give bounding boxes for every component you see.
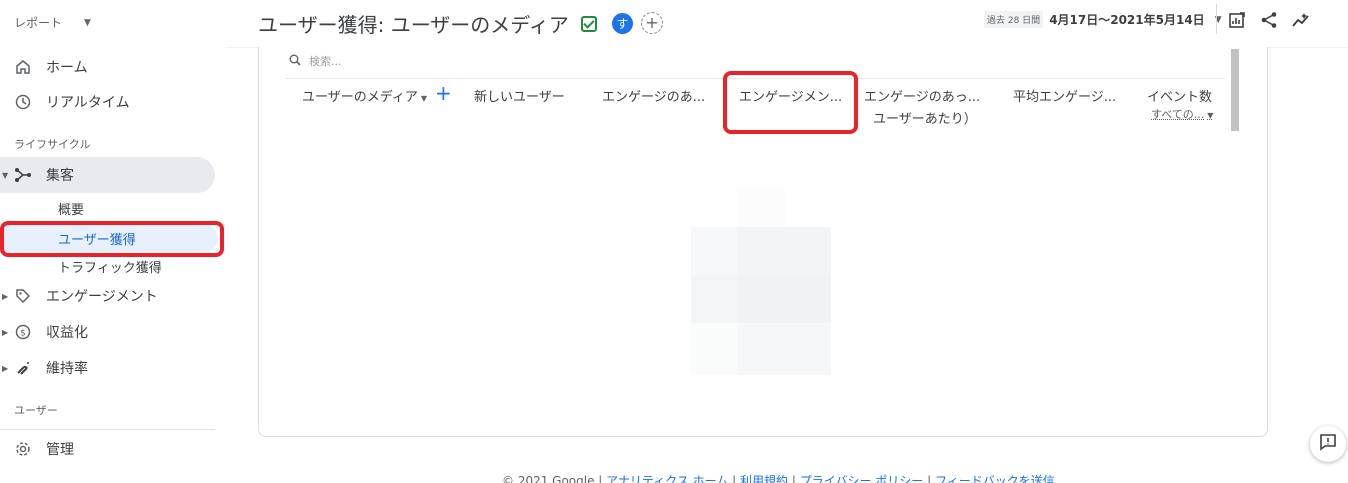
feedback-icon xyxy=(1319,433,1337,455)
date-range-picker[interactable]: 過去 28 日間 4月17日～2021年5月14日 ▼ xyxy=(984,11,1222,28)
footer-link-analytics-home[interactable]: アナリティクス ホーム xyxy=(606,474,728,483)
caret-down-icon: ▼ xyxy=(1207,111,1214,120)
column-header-new-users[interactable]: 新しいユーザー xyxy=(474,86,565,105)
sidebar: レポート ▼ ホーム リアルタイム ライフサイクル ▼ 集客 概要 ユーザー獲得… xyxy=(0,0,226,483)
table-search[interactable]: 検索... xyxy=(289,53,342,69)
column-header-label: ユーザーのメディア xyxy=(302,90,418,105)
caret-down-icon: ▼ xyxy=(420,94,427,103)
caret-down-icon: ▼ xyxy=(2,170,9,180)
tag-icon xyxy=(14,287,32,305)
page-title: ユーザー獲得: ユーザーのメディア xyxy=(258,9,597,38)
sidebar-subitem-traffic-acquisition[interactable]: トラフィック獲得 xyxy=(58,257,162,276)
dollar-icon: $ xyxy=(14,323,32,341)
sidebar-subitem-user-acquisition[interactable]: ユーザー獲得 xyxy=(4,225,218,252)
sidebar-item-admin[interactable]: 管理 xyxy=(0,431,215,467)
footer-separator: | xyxy=(732,474,737,483)
verified-check-icon[interactable] xyxy=(580,15,597,32)
sidebar-item-label: エンゲージメント xyxy=(46,289,158,305)
column-header-line-2: ユーザーあたり） xyxy=(873,112,977,127)
sidebar-item-label: 維持率 xyxy=(46,361,88,377)
search-icon xyxy=(289,54,301,69)
gear-icon xyxy=(14,440,32,458)
footer-separator: | xyxy=(927,474,932,483)
insights-icon[interactable] xyxy=(1290,9,1312,31)
footer-separator: | xyxy=(791,474,796,483)
chevron-down-icon: ▼ xyxy=(84,17,91,28)
section-label-lifecycle: ライフサイクル xyxy=(14,138,91,151)
report-dropdown[interactable]: レポート ▼ xyxy=(14,14,91,31)
page-title-text: ユーザー獲得: ユーザーのメディア xyxy=(258,13,569,37)
event-filter-label: すべての... xyxy=(1151,108,1205,121)
caret-right-icon: ▶ xyxy=(2,327,9,337)
svg-text:$: $ xyxy=(20,329,26,339)
sidebar-item-label: 収益化 xyxy=(46,325,88,341)
magnet-icon xyxy=(14,359,32,377)
sidebar-item-home[interactable]: ホーム xyxy=(0,49,215,85)
sidebar-item-engagement[interactable]: ▶ エンゲージメント xyxy=(0,278,215,314)
date-range-preset: 過去 28 日間 xyxy=(984,11,1044,28)
footer-link-feedback[interactable]: フィードバックを送信 xyxy=(935,474,1055,483)
report-table-card: 検索... ユーザーのメディア ▼ + 新しいユーザー エンゲージのあ... エン… xyxy=(258,47,1268,437)
loading-placeholder xyxy=(691,187,831,375)
customize-report-icon[interactable] xyxy=(1226,9,1248,31)
search-input[interactable]: 検索... xyxy=(309,53,342,69)
event-filter-dropdown[interactable]: すべての... ▼ xyxy=(1151,106,1213,122)
share-icon[interactable] xyxy=(1258,9,1280,31)
column-header-engaged-per-user[interactable]: エンゲージのあっ... ユーザーあたり） xyxy=(864,86,980,127)
sidebar-subitem-overview[interactable]: 概要 xyxy=(58,199,84,218)
sidebar-item-retention[interactable]: ▶ 維持率 xyxy=(0,350,215,386)
column-header-engaged-sessions[interactable]: エンゲージのあ... xyxy=(602,86,705,105)
report-label: レポート xyxy=(14,16,63,30)
column-header-line-1: エンゲージのあっ... xyxy=(864,90,981,105)
footer-copyright: © 2021 Google | xyxy=(502,474,603,483)
sidebar-item-label: ホーム xyxy=(46,60,88,76)
footer-link-privacy[interactable]: プライバシー ポリシー xyxy=(800,474,924,483)
section-label-user: ユーザー xyxy=(14,404,58,417)
sidebar-item-monetization[interactable]: ▶ $ 収益化 xyxy=(0,314,215,350)
search-divider xyxy=(285,78,1225,79)
footer-link-terms[interactable]: 利用規約 xyxy=(740,474,788,483)
caret-right-icon: ▶ xyxy=(2,363,9,373)
sidebar-item-label: 集客 xyxy=(46,168,74,184)
sidebar-subitem-label: ユーザー獲得 xyxy=(58,233,136,248)
acquisition-icon xyxy=(14,166,32,184)
caret-right-icon: ▶ xyxy=(2,291,9,301)
header-divider xyxy=(1216,4,1217,34)
date-range-text: 4月17日～2021年5月14日 xyxy=(1049,13,1205,27)
vertical-scrollbar[interactable] xyxy=(1231,49,1239,131)
column-header-engagement-rate[interactable]: エンゲージメン... xyxy=(739,86,842,105)
home-icon xyxy=(14,58,32,76)
clock-icon xyxy=(14,93,32,111)
sidebar-item-label: リアルタイム xyxy=(46,95,130,111)
sidebar-item-realtime[interactable]: リアルタイム xyxy=(0,84,215,120)
sidebar-divider xyxy=(0,429,215,430)
avatar[interactable]: す xyxy=(612,13,633,34)
add-dimension-button[interactable]: + xyxy=(435,83,452,103)
add-comparison-button[interactable]: + xyxy=(641,12,663,34)
footer: © 2021 Google | アナリティクス ホーム | 利用規約 | プライ… xyxy=(502,472,1055,483)
feedback-button[interactable] xyxy=(1310,426,1346,462)
sidebar-item-acquisition[interactable]: ▼ 集客 xyxy=(0,157,215,193)
column-header-dimension[interactable]: ユーザーのメディア ▼ xyxy=(302,86,427,105)
column-header-avg-engagement[interactable]: 平均エンゲージ... xyxy=(1013,86,1116,105)
sidebar-item-label: 管理 xyxy=(46,442,74,458)
column-header-event-count[interactable]: イベント数 xyxy=(1147,86,1212,105)
